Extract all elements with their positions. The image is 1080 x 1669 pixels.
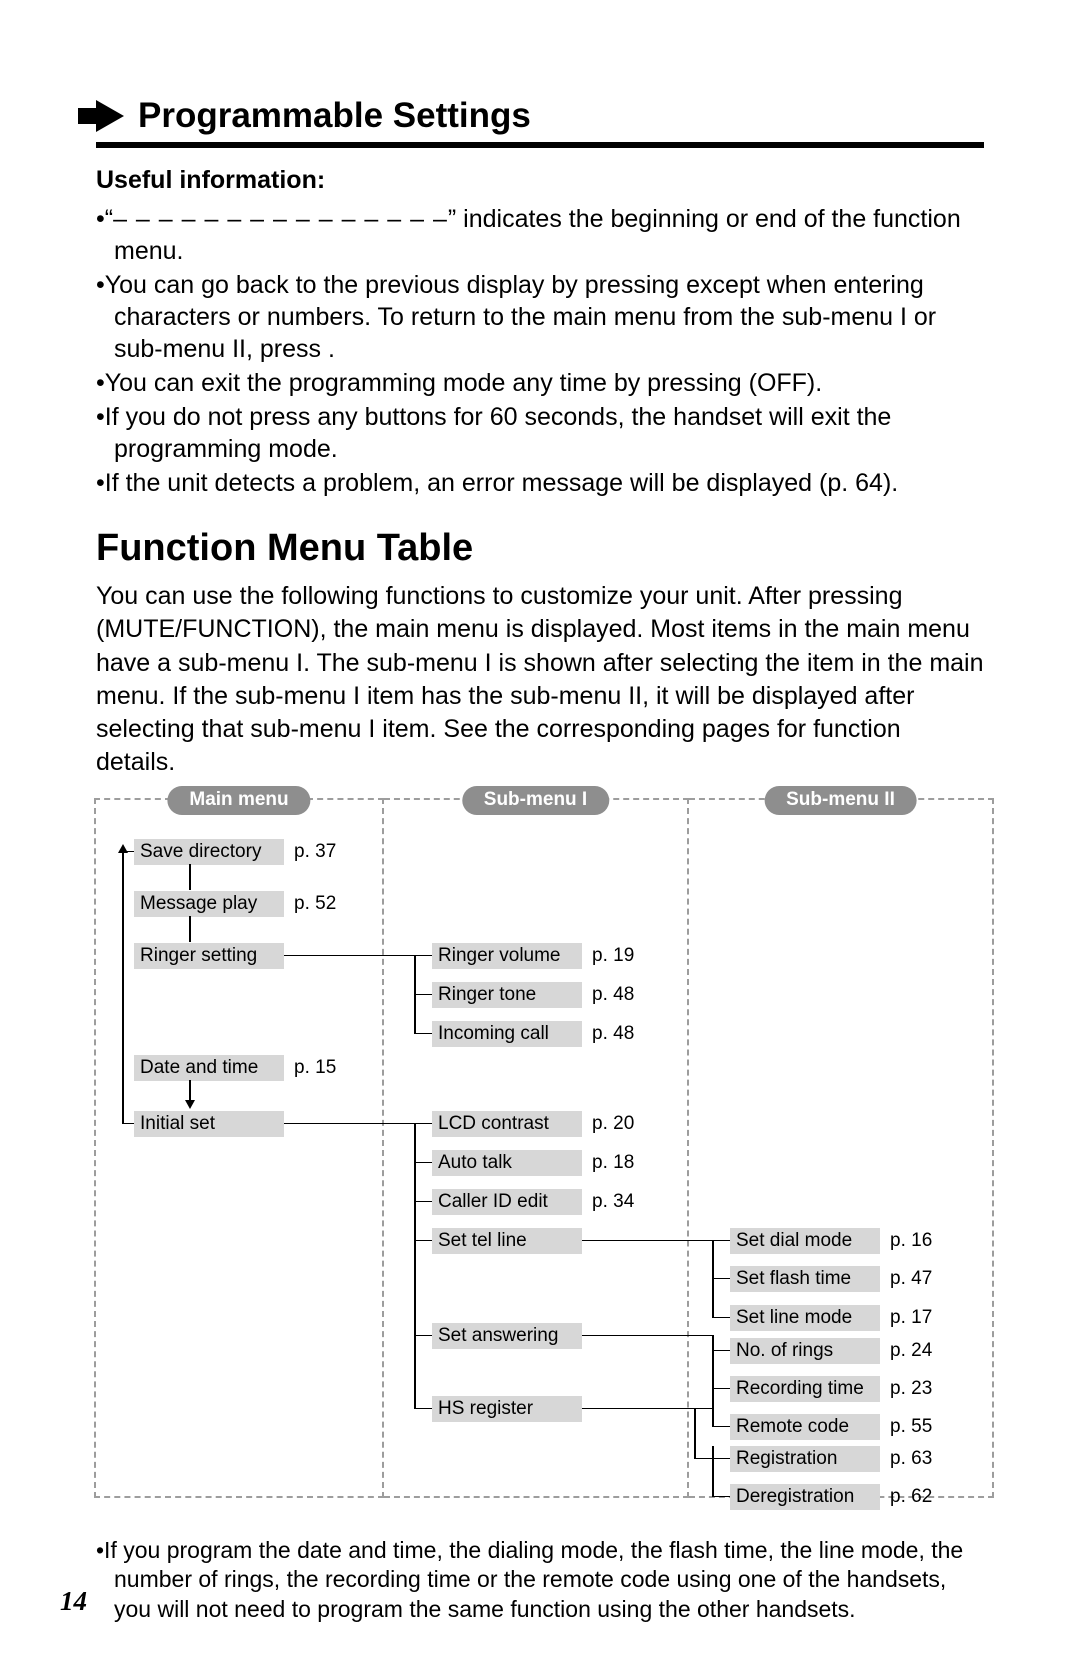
sub1-ringer-tone-label: Ringer tone — [432, 982, 582, 1008]
useful-heading: Useful information: — [96, 166, 984, 195]
main-message-play: Message play p. 52 — [134, 890, 336, 918]
useful-bullet-5: •If the unit detects a problem, an error… — [96, 467, 984, 499]
useful-bullet-4: •If you do not press any buttons for 60 … — [96, 401, 984, 465]
sub1-auto-talk: Auto talk p. 18 — [432, 1149, 634, 1177]
main-initial-set: Initial set — [134, 1110, 284, 1138]
useful-bullet-1: •“– – – – – – – – – – – – – – –” indicat… — [96, 203, 984, 267]
sub2-set-flash-time-page: p. 47 — [890, 1268, 932, 1290]
sub1-hs-register: HS register — [432, 1395, 582, 1423]
sub2-set-line-mode-label: Set line mode — [730, 1305, 880, 1331]
sub1-lcd-contrast: LCD contrast p. 20 — [432, 1110, 634, 1138]
sub2-set-flash-time-label: Set flash time — [730, 1266, 880, 1292]
arrow-icon — [118, 844, 128, 853]
sub1-caller-id-page: p. 34 — [592, 1191, 634, 1213]
sub1-incoming-call-page: p. 48 — [592, 1023, 634, 1045]
header-rule — [96, 142, 984, 148]
sub1-set-answering: Set answering — [432, 1322, 582, 1350]
dashes: – – – – – – – – – – – – – – – — [113, 205, 448, 233]
sub2-no-of-rings-page: p. 24 — [890, 1340, 932, 1362]
sub2-registration-label: Registration — [730, 1446, 880, 1472]
main-date-and-time-page: p. 15 — [294, 1057, 336, 1079]
useful-bullet-2: •You can go back to the previous display… — [96, 269, 984, 365]
sub2-set-flash-time: Set flash time p. 47 — [730, 1265, 932, 1293]
useful-bullet-1a: •“ — [96, 205, 113, 233]
sub1-ringer-tone-page: p. 48 — [592, 984, 634, 1006]
main-date-and-time-label: Date and time — [134, 1055, 284, 1081]
sub2-remote-code-page: p. 55 — [890, 1416, 932, 1438]
sub1-ringer-tone: Ringer tone p. 48 — [432, 981, 634, 1009]
sub2-set-dial-mode: Set dial mode p. 16 — [730, 1227, 932, 1255]
sub2-no-of-rings-label: No. of rings — [730, 1338, 880, 1364]
main-save-directory-label: Save directory — [134, 839, 284, 865]
sub2-registration: Registration p. 63 — [730, 1445, 932, 1473]
main-date-and-time: Date and time p. 15 — [134, 1054, 336, 1082]
sub1-set-tel-line: Set tel line — [432, 1227, 582, 1255]
sub2-remote-code: Remote code p. 55 — [730, 1413, 932, 1441]
pill-sub2: Sub-menu II — [764, 786, 917, 815]
main-save-directory: Save directory p. 37 — [134, 838, 336, 866]
sub1-ringer-volume-page: p. 19 — [592, 945, 634, 967]
sub2-set-line-mode-page: p. 17 — [890, 1307, 932, 1329]
page-number: 14 — [60, 1586, 87, 1617]
sub1-set-tel-line-label: Set tel line — [432, 1228, 582, 1254]
sub2-deregistration-page: p. 62 — [890, 1486, 932, 1508]
main-ringer-setting-label: Ringer setting — [134, 943, 284, 969]
arrow-right-icon — [96, 100, 124, 132]
fmt-intro: You can use the following functions to c… — [96, 580, 984, 780]
sub2-recording-time: Recording time p. 23 — [730, 1375, 932, 1403]
main-save-directory-page: p. 37 — [294, 841, 336, 863]
sub1-ringer-volume-label: Ringer volume — [432, 943, 582, 969]
sub2-set-dial-mode-label: Set dial mode — [730, 1228, 880, 1254]
arrow-icon — [185, 1100, 195, 1109]
main-message-play-label: Message play — [134, 891, 284, 917]
footnote: •If you program the date and time, the d… — [96, 1536, 984, 1626]
sub1-auto-talk-label: Auto talk — [432, 1150, 582, 1176]
sub2-deregistration: Deregistration p. 62 — [730, 1483, 932, 1511]
sub2-set-line-mode: Set line mode p. 17 — [730, 1304, 932, 1332]
sub1-box: Sub-menu I — [384, 798, 689, 1498]
sub1-lcd-contrast-label: LCD contrast — [432, 1111, 582, 1137]
sub1-set-answering-label: Set answering — [432, 1323, 582, 1349]
sub1-auto-talk-page: p. 18 — [592, 1152, 634, 1174]
main-initial-set-label: Initial set — [134, 1111, 284, 1137]
pill-main: Main menu — [167, 786, 310, 815]
sub1-hs-register-label: HS register — [432, 1396, 582, 1422]
page-title: Programmable Settings — [138, 96, 531, 136]
sub2-deregistration-label: Deregistration — [730, 1484, 880, 1510]
sub1-incoming-call: Incoming call p. 48 — [432, 1020, 634, 1048]
sub1-caller-id: Caller ID edit p. 34 — [432, 1188, 634, 1216]
useful-bullet-3: •You can exit the programming mode any t… — [96, 367, 984, 399]
main-ringer-setting: Ringer setting — [134, 942, 284, 970]
sub2-remote-code-label: Remote code — [730, 1414, 880, 1440]
sub1-caller-id-label: Caller ID edit — [432, 1189, 582, 1215]
sub1-incoming-call-label: Incoming call — [432, 1021, 582, 1047]
sub1-ringer-volume: Ringer volume p. 19 — [432, 942, 634, 970]
pill-sub1: Sub-menu I — [462, 786, 609, 815]
fmt-heading: Function Menu Table — [96, 527, 984, 570]
sub2-registration-page: p. 63 — [890, 1448, 932, 1470]
main-message-play-page: p. 52 — [294, 893, 336, 915]
sub2-no-of-rings: No. of rings p. 24 — [730, 1337, 932, 1365]
sub2-recording-time-page: p. 23 — [890, 1378, 932, 1400]
menu-diagram: Main menu Sub-menu I Sub-menu II Save di… — [94, 798, 994, 1518]
sub2-recording-time-label: Recording time — [730, 1376, 880, 1402]
sub1-lcd-contrast-page: p. 20 — [592, 1113, 634, 1135]
sub2-set-dial-mode-page: p. 16 — [890, 1230, 932, 1252]
